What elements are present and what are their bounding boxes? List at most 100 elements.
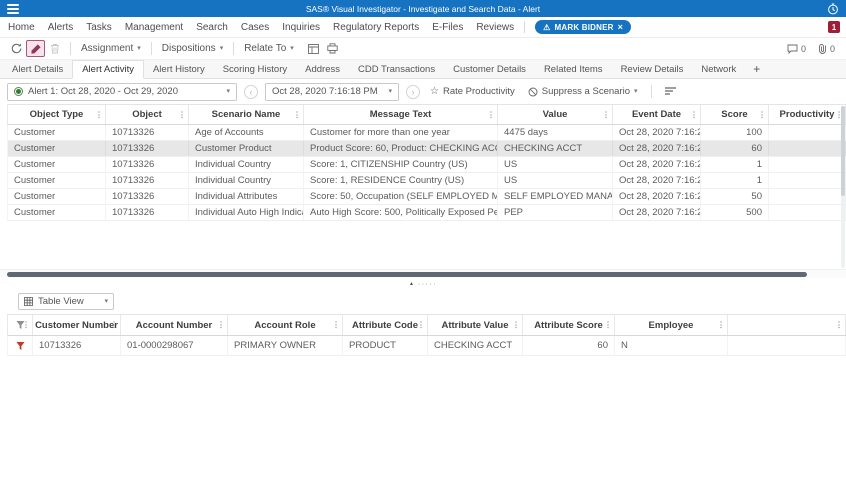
column-header-value[interactable]: Value ⋮ (498, 105, 613, 124)
user-tag[interactable]: ⚠ MARK BIDNER × (535, 20, 632, 34)
column-menu-icon[interactable]: ⋮ (110, 321, 118, 330)
column-menu-icon[interactable]: ⋮ (512, 321, 520, 330)
table-row[interactable]: Customer 10713326 Individual Country Score:… (7, 157, 846, 173)
vertical-scrollbar-thumb[interactable] (841, 106, 845, 196)
horizontal-scrollbar-thumb[interactable] (7, 272, 807, 277)
tab-related-items[interactable]: Related Items (535, 60, 612, 78)
column-header-object[interactable]: Object ⋮ (106, 105, 189, 124)
column-menu-icon[interactable]: ⋮ (217, 321, 225, 330)
column-header-score[interactable]: Score ⋮ (701, 105, 769, 124)
bottom-panel: Table View ▾ ⋮ Customer Number ⋮ Account Nu… (0, 293, 846, 356)
column-menu-icon[interactable]: ⋮ (758, 110, 766, 119)
column-menu-icon[interactable]: ⋮ (293, 110, 301, 119)
column-header-filter[interactable]: ⋮ (8, 315, 33, 335)
menu-item-e-files[interactable]: E-Files (432, 22, 463, 33)
star-icon: ☆ (430, 85, 439, 97)
comments-indicator[interactable]: 0 (787, 44, 806, 54)
column-header-event-date[interactable]: Event Date ⋮ (613, 105, 701, 124)
column-menu-icon[interactable]: ⋮ (690, 110, 698, 119)
splitter-grip-icon: ····· (417, 281, 438, 288)
tab-alert-details[interactable]: Alert Details (3, 60, 72, 78)
column-label: Productivity (779, 109, 835, 120)
column-label: Attribute Code (352, 319, 418, 331)
column-menu-icon[interactable]: ⋮ (604, 321, 612, 330)
menu-icon[interactable] (7, 2, 19, 16)
column-menu-icon[interactable]: ⋮ (22, 321, 30, 330)
column-header-message-text[interactable]: Message Text ⋮ (304, 105, 498, 124)
tab-address[interactable]: Address (296, 60, 349, 78)
previous-event-button[interactable]: ‹ (244, 84, 258, 99)
add-tab-button[interactable]: + (745, 60, 768, 78)
column-header-attribute-value[interactable]: Attribute Value ⋮ (428, 315, 523, 335)
table-row[interactable]: Customer 10713326 Age of Accounts Customer … (7, 125, 846, 141)
assignment-dropdown[interactable]: Assignment ▾ (77, 43, 145, 54)
menu-item-search[interactable]: Search (196, 22, 228, 33)
table-row[interactable]: Customer 10713326 Customer Product Product … (7, 141, 846, 157)
menu-item-management[interactable]: Management (125, 22, 183, 33)
activity-table-header: Object Type ⋮ Object ⋮ Scenario Name ⋮ Message… (7, 104, 846, 125)
menu-item-cases[interactable]: Cases (241, 22, 269, 33)
close-icon[interactable]: × (618, 22, 623, 32)
attachments-indicator[interactable]: 0 (818, 43, 835, 54)
column-header-blank[interactable]: ⋮ (728, 315, 846, 335)
column-header-productivity[interactable]: Productivity ⋮ (769, 105, 846, 124)
menu-item-inquiries[interactable]: Inquiries (282, 22, 320, 33)
event-time-select[interactable]: Oct 28, 2020 7:16:18 PM ▾ (265, 82, 399, 101)
table-row[interactable]: Customer 10713326 Individual Country Score:… (7, 173, 846, 189)
table-cell: Customer (8, 173, 106, 188)
column-menu-icon[interactable]: ⋮ (602, 110, 610, 119)
suppress-scenario-dropdown[interactable]: Suppress a Scenario ▾ (525, 86, 641, 97)
column-header-customer-number[interactable]: Customer Number ⋮ (33, 315, 121, 335)
notification-badge[interactable]: 1 (828, 21, 840, 33)
tab-alert-history[interactable]: Alert History (144, 60, 214, 78)
table-cell (769, 205, 846, 220)
table-row[interactable]: 10713326 01-0000298067 PRIMARY OWNER PRODUC… (7, 336, 846, 356)
column-menu-icon[interactable]: ⋮ (332, 321, 340, 330)
menu-item-tasks[interactable]: Tasks (86, 22, 112, 33)
column-menu-icon[interactable]: ⋮ (487, 110, 495, 119)
column-header-scenario-name[interactable]: Scenario Name ⋮ (189, 105, 304, 124)
export-table-button[interactable] (304, 40, 323, 57)
rate-productivity-button[interactable]: ☆ Rate Productivity (427, 86, 518, 97)
delete-button[interactable] (45, 40, 64, 57)
column-menu-icon[interactable]: ⋮ (717, 321, 725, 330)
column-header-account-number[interactable]: Account Number ⋮ (121, 315, 228, 335)
relate-to-dropdown[interactable]: Relate To ▾ (240, 43, 298, 54)
tab-network[interactable]: Network (692, 60, 745, 78)
edit-button[interactable] (26, 40, 45, 57)
menu-item-reviews[interactable]: Reviews (476, 22, 514, 33)
column-menu-icon[interactable]: ⋮ (835, 321, 843, 330)
column-header-attribute-code[interactable]: Attribute Code ⋮ (343, 315, 428, 335)
column-menu-icon[interactable]: ⋮ (95, 110, 103, 119)
alert-range-select[interactable]: Alert 1: Oct 28, 2020 - Oct 29, 2020 ▾ (7, 82, 237, 101)
next-event-button[interactable]: › (406, 84, 420, 99)
toolbar-separator (150, 42, 152, 55)
menu-item-regulatory-reports[interactable]: Regulatory Reports (333, 22, 419, 33)
list-options-button[interactable] (662, 87, 679, 96)
column-header-account-role[interactable]: Account Role ⋮ (228, 315, 343, 335)
dispositions-dropdown[interactable]: Dispositions ▾ (158, 43, 227, 54)
menu-item-home[interactable]: Home (8, 22, 35, 33)
table-row[interactable]: Customer 10713326 Individual Auto High Ind… (7, 205, 846, 221)
collapse-arrow-icon[interactable]: ▲ (409, 282, 414, 287)
column-header-object-type[interactable]: Object Type ⋮ (8, 105, 106, 124)
tab-alert-activity[interactable]: Alert Activity (72, 60, 144, 79)
table-view-select[interactable]: Table View ▾ (18, 293, 114, 310)
table-cell: Customer (8, 189, 106, 204)
column-menu-icon[interactable]: ⋮ (417, 321, 425, 330)
column-header-attribute-score[interactable]: Attribute Score ⋮ (523, 315, 615, 335)
tab-scoring-history[interactable]: Scoring History (214, 60, 296, 78)
panel-splitter[interactable]: ▲ ····· (0, 278, 846, 291)
tab-customer-details[interactable]: Customer Details (444, 60, 535, 78)
menu-item-alerts[interactable]: Alerts (48, 22, 74, 33)
table-row[interactable]: Customer 10713326 Individual Attributes Sco… (7, 189, 846, 205)
print-button[interactable] (323, 40, 342, 57)
column-header-employee[interactable]: Employee ⋮ (615, 315, 728, 335)
refresh-button[interactable] (7, 40, 26, 57)
table-cell: Score: 50, Occupation (SELF EMPLOYED MAN… (304, 189, 498, 204)
tab-cdd-transactions[interactable]: CDD Transactions (349, 60, 444, 78)
column-menu-icon[interactable]: ⋮ (178, 110, 186, 119)
row-filter-flag-icon[interactable] (8, 336, 33, 355)
tab-review-details[interactable]: Review Details (612, 60, 693, 78)
clock-icon[interactable] (827, 3, 839, 15)
